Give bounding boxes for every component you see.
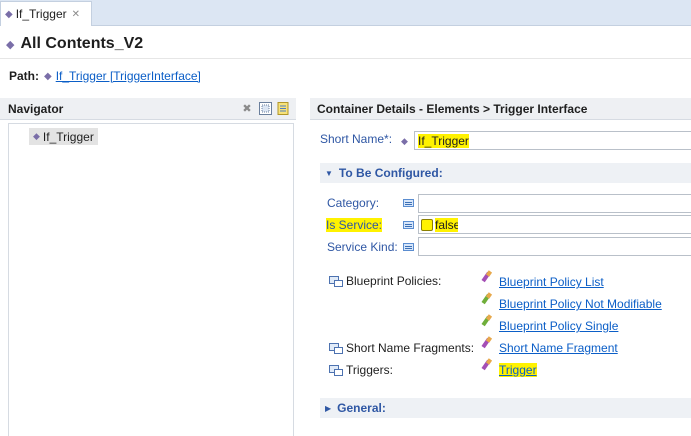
section-title: To Be Configured: bbox=[338, 166, 443, 180]
trigger-link[interactable]: Trigger bbox=[499, 363, 537, 377]
triggers-label: Triggers: bbox=[346, 363, 393, 377]
editor-title-text: All Contents_V2 bbox=[20, 35, 144, 52]
diamond-icon: ◆ bbox=[6, 38, 15, 51]
close-icon[interactable]: ✕ bbox=[72, 9, 80, 20]
editor-tab[interactable]: ◆ If_Trigger ✕ bbox=[0, 1, 92, 26]
breadcrumb: Path: ◆ If_Trigger [TriggerInterface] bbox=[9, 69, 201, 83]
field-icon bbox=[403, 199, 414, 207]
navigator-title: Navigator bbox=[8, 101, 64, 116]
reference-icon bbox=[329, 276, 343, 287]
path-link[interactable]: If_Trigger [TriggerInterface] bbox=[56, 69, 201, 83]
details-header: Container Details - Elements > Trigger I… bbox=[310, 98, 691, 120]
collapse-triangle-icon[interactable]: ▶ bbox=[325, 404, 331, 413]
editor-title: ◆ All Contents_V2 bbox=[6, 33, 143, 55]
service-kind-row: Service Kind: bbox=[327, 240, 398, 254]
fragment-link-row: Short Name Fragment bbox=[499, 341, 618, 355]
category-field[interactable] bbox=[418, 194, 691, 213]
blueprint-policy-link-row: Blueprint Policy Single bbox=[499, 319, 618, 333]
blueprint-policy-list-link[interactable]: Blueprint Policy List bbox=[499, 275, 604, 289]
navigator-tree: ◆ If_Trigger bbox=[8, 123, 294, 436]
blueprint-policies-label: Blueprint Policies: bbox=[346, 274, 442, 288]
general-section[interactable]: ▶ General: bbox=[320, 398, 691, 418]
expand-triangle-icon[interactable]: ▼ bbox=[325, 169, 333, 178]
interface-diamond-icon: ◆ bbox=[33, 131, 40, 141]
short-name-fragments-label: Short Name Fragments: bbox=[346, 341, 475, 355]
trigger-icon bbox=[481, 359, 494, 372]
short-name-fragment-link[interactable]: Short Name Fragment bbox=[499, 341, 618, 355]
blueprint-policy-not-modifiable-link[interactable]: Blueprint Policy Not Modifiable bbox=[499, 297, 662, 311]
service-kind-field[interactable] bbox=[418, 237, 691, 256]
is-service-label: Is Service: bbox=[326, 218, 383, 232]
trigger-link-row: Trigger bbox=[499, 363, 537, 377]
is-service-value: false bbox=[435, 217, 458, 232]
short-name-fragments-row: Short Name Fragments: bbox=[346, 341, 474, 355]
is-service-row: Is Service: bbox=[326, 218, 383, 232]
is-service-checkbox[interactable] bbox=[421, 218, 433, 231]
link-with-editor-icon[interactable] bbox=[276, 101, 290, 115]
blueprint-policies-row: Blueprint Policies: bbox=[346, 274, 441, 288]
section-title: General: bbox=[337, 401, 386, 415]
reference-icon bbox=[329, 365, 343, 376]
path-label: Path: bbox=[9, 69, 39, 83]
short-name-field[interactable]: If_Trigger bbox=[414, 131, 691, 150]
category-label: Category: bbox=[327, 196, 380, 210]
interface-diamond-icon: ◆ bbox=[5, 8, 13, 20]
triggers-row: Triggers: bbox=[346, 363, 393, 377]
blueprint-policy-link-row: Blueprint Policy Not Modifiable bbox=[499, 297, 662, 311]
short-name-row: Short Name*: bbox=[320, 132, 392, 146]
navigator-header: Navigator ✖ bbox=[0, 98, 296, 120]
field-icon bbox=[403, 243, 414, 251]
tree-item-label: If_Trigger bbox=[42, 129, 94, 144]
title-divider bbox=[0, 58, 691, 59]
collapse-all-icon[interactable] bbox=[258, 101, 272, 115]
editor-tab-strip: ◆ If_Trigger ✕ bbox=[0, 0, 691, 26]
editor-tab-label: If_Trigger bbox=[15, 7, 67, 21]
blueprint-policy-icon bbox=[481, 315, 494, 328]
to-be-configured-section[interactable]: ▼ To Be Configured: bbox=[320, 163, 691, 183]
blueprint-policy-single-link[interactable]: Blueprint Policy Single bbox=[499, 319, 618, 333]
reference-icon bbox=[329, 343, 343, 354]
details-title: Container Details - Elements > Trigger I… bbox=[317, 101, 588, 116]
blueprint-policy-icon bbox=[481, 293, 494, 306]
category-row: Category: bbox=[327, 196, 379, 210]
short-name-label: Short Name*: bbox=[320, 132, 393, 146]
tree-item[interactable]: ◆ If_Trigger bbox=[29, 128, 98, 145]
service-kind-label: Service Kind: bbox=[327, 240, 398, 254]
interface-diamond-icon: ◆ bbox=[44, 70, 52, 82]
fragment-icon bbox=[481, 337, 494, 350]
short-name-value: If_Trigger bbox=[418, 133, 469, 148]
blueprint-policy-link-row: Blueprint Policy List bbox=[499, 275, 604, 289]
is-service-field[interactable]: false bbox=[418, 215, 691, 234]
blueprint-policy-icon bbox=[481, 271, 494, 284]
remove-icon[interactable]: ✖ bbox=[240, 101, 254, 115]
interface-diamond-icon: ◆ bbox=[401, 136, 408, 146]
field-icon bbox=[403, 221, 414, 229]
navigator-toolbar: ✖ bbox=[240, 101, 290, 115]
